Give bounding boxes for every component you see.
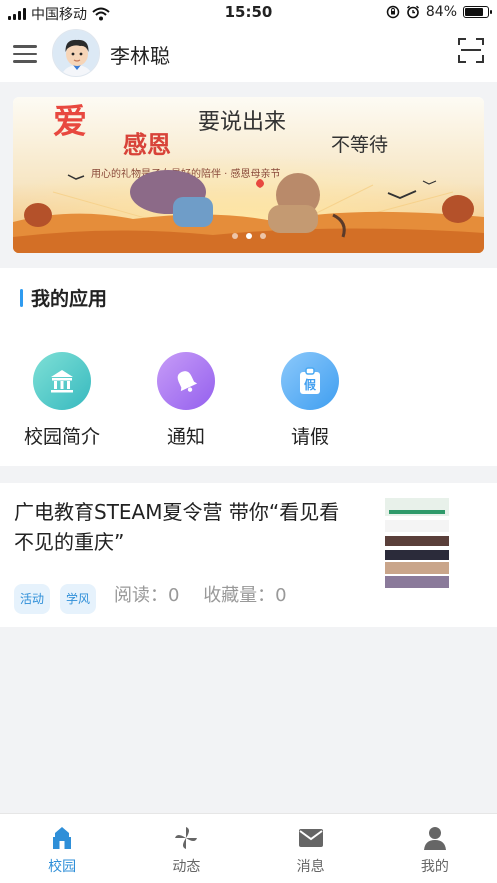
nav-label: 我的 xyxy=(420,859,449,875)
article-card[interactable]: 广电教育STEAM夏令营 带你“看见看不见的重庆” 活动 学风 阅读：0 收藏量… xyxy=(0,483,497,627)
section-title-text: 我的应用 xyxy=(31,288,108,310)
user-name: 李林聪 xyxy=(110,44,170,68)
app-school-intro[interactable]: 校园简介 xyxy=(12,352,112,449)
nav-messages[interactable]: 消息 xyxy=(249,814,373,883)
mothers-day-banner-image: 爱 要说出来 感恩 不等待 用心的礼物是子女最好的陪伴 · 感恩母亲节 xyxy=(13,97,484,253)
nav-label: 消息 xyxy=(296,859,325,875)
read-count: 阅读：0 xyxy=(114,585,180,606)
nav-feed[interactable]: 动态 xyxy=(124,814,248,883)
svg-text:假: 假 xyxy=(304,377,317,392)
bell-icon xyxy=(157,352,215,410)
carousel-dot[interactable] xyxy=(245,233,252,239)
avatar-boy-icon xyxy=(53,30,99,76)
scan-icon[interactable] xyxy=(458,37,484,63)
carousel-indicator xyxy=(13,233,484,239)
article-thumbnail[interactable] xyxy=(383,496,451,592)
banner-headline-top: 要说出来 xyxy=(198,110,286,135)
app-label: 请假 xyxy=(290,426,329,448)
app-notice[interactable]: 通知 xyxy=(136,352,236,449)
favorite-count: 收藏量：0 xyxy=(203,585,287,606)
carousel-dot[interactable] xyxy=(259,233,266,239)
battery-fill xyxy=(465,8,484,16)
article-meta: 阅读：0 收藏量：0 xyxy=(114,584,305,608)
nav-mine[interactable]: 我的 xyxy=(373,814,497,883)
pinwheel-icon xyxy=(175,827,198,849)
article-title[interactable]: 广电教育STEAM夏令营 带你“看见看不见的重庆” xyxy=(14,497,344,557)
battery-icon xyxy=(463,6,492,18)
status-right: 84% xyxy=(386,4,492,20)
app-label: 通知 xyxy=(166,426,205,448)
section-title: 我的应用 xyxy=(20,284,107,311)
alarm-icon xyxy=(406,5,419,19)
my-apps-section: 我的应用 校园简介 通知 假 请假 xyxy=(0,268,497,466)
banner-headline-mid: 不等待 xyxy=(331,134,388,156)
leave-tag-icon: 假 xyxy=(281,352,339,410)
rotation-lock-icon xyxy=(386,5,400,19)
menu-icon[interactable] xyxy=(13,45,37,63)
avatar[interactable] xyxy=(52,29,100,77)
banner-gratitude-glyph: 感恩 xyxy=(123,130,171,159)
banner-carousel[interactable]: 爱 要说出来 感恩 不等待 用心的礼物是子女最好的陪伴 · 感恩母亲节 xyxy=(13,97,484,253)
banner-love-glyph: 爱 xyxy=(53,102,87,142)
carousel-dot[interactable] xyxy=(231,233,238,239)
nav-label: 动态 xyxy=(172,859,201,875)
app-leave-request[interactable]: 假 请假 xyxy=(260,352,360,449)
person-icon xyxy=(423,827,446,850)
bottom-nav: 校园 动态 消息 我的 xyxy=(0,813,497,883)
nav-campus[interactable]: 校园 xyxy=(0,814,124,883)
school-building-icon xyxy=(33,352,91,410)
status-bar: 中国移动 15:50 84% xyxy=(0,0,497,26)
nav-label: 校园 xyxy=(48,859,77,875)
app-header: 李林聪 xyxy=(0,26,497,82)
campus-home-icon xyxy=(53,827,72,849)
tag-activity: 活动 xyxy=(14,584,51,614)
envelope-icon xyxy=(298,829,323,847)
tag-study-style: 学风 xyxy=(60,584,97,614)
app-label: 校园简介 xyxy=(23,426,100,448)
article-tags: 活动 学风 xyxy=(14,584,97,614)
section-accent-bar xyxy=(20,288,23,307)
battery-percent: 84% xyxy=(425,4,457,20)
